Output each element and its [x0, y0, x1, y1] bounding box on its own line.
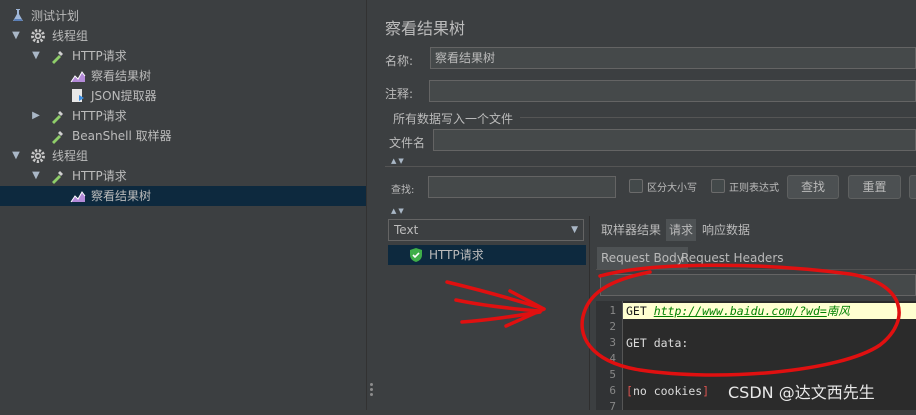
no-cookies-text: no cookies	[632, 384, 703, 398]
view-results-tree-panel: 察看结果树 名称: 注释: 所有数据写入一个文件 文件名 ▲▼ 查找: 区分大小…	[377, 0, 916, 413]
chevron-down-icon[interactable]: ▼	[10, 26, 22, 46]
line-number-gutter: 1 2 3 4 5 6 7	[596, 301, 623, 413]
flask-icon	[10, 8, 26, 24]
pipette-icon	[50, 168, 66, 184]
tree-node-label: HTTP请求	[72, 49, 127, 63]
renderer-selected-value: Text	[394, 223, 419, 237]
tree-node-label: BeanShell 取样器	[72, 129, 172, 143]
tree-node-json-extractor[interactable]: JSON提取器	[0, 86, 366, 106]
chevron-right-icon[interactable]: ▶	[30, 106, 42, 126]
tree-splitter[interactable]	[366, 0, 377, 410]
tree-node-view-results-1[interactable]: 察看结果树	[0, 66, 366, 86]
line-number: 4	[609, 352, 616, 365]
request-subtabs: Request Body Request Headers	[596, 245, 916, 270]
extractor-icon	[70, 88, 86, 104]
line-number: 6	[609, 384, 616, 397]
collapse-toggle-icon[interactable]: ▲▼	[391, 157, 406, 165]
tab-request-headers[interactable]: Request Headers	[677, 247, 788, 269]
tree-node-thread-group-1[interactable]: ▼ 线程组	[0, 26, 366, 46]
line-number: 7	[609, 400, 616, 413]
group-border	[520, 117, 916, 118]
chart-icon	[70, 188, 86, 204]
tab-request-body[interactable]: Request Body	[597, 247, 688, 269]
line-number: 2	[609, 320, 616, 333]
splitter-grip[interactable]	[370, 393, 373, 396]
code-line-1: GET http://www.baidu.com/?wd=南风	[626, 303, 850, 319]
tab-sampler-result[interactable]: 取样器结果	[598, 219, 664, 241]
case-sensitive-checkbox[interactable]	[629, 179, 643, 193]
body-search-bar[interactable]	[600, 274, 916, 296]
pipette-icon	[50, 48, 66, 64]
chevron-down-icon: ▼	[571, 225, 578, 235]
test-plan-tree: 测试计划 ▼ 线程组 ▼ HTTP请求 察看结果树 JSON提取器 ▶ HTTP…	[0, 0, 366, 410]
tree-node-http-request-1[interactable]: ▼ HTTP请求	[0, 46, 366, 66]
tree-node-thread-group-2[interactable]: ▼ 线程组	[0, 146, 366, 166]
reset-button[interactable]: 重置	[848, 175, 901, 199]
file-group-label: 所有数据写入一个文件	[393, 112, 514, 126]
chevron-down-icon[interactable]: ▼	[30, 46, 42, 66]
comment-label: 注释:	[385, 87, 414, 101]
bracket: ]	[702, 384, 710, 398]
watermark: CSDN @达文西先生	[728, 383, 875, 402]
search-label: 查找:	[391, 185, 415, 196]
tree-node-label: JSON提取器	[91, 89, 157, 103]
code-line-6: [no cookies]	[626, 383, 709, 399]
gear-icon	[30, 148, 46, 164]
pipette-icon	[50, 108, 66, 124]
line-number: 5	[609, 368, 616, 381]
results-list: HTTP请求	[388, 243, 586, 410]
tree-node-test-plan[interactable]: 测试计划	[0, 6, 366, 26]
pipette-icon	[50, 128, 66, 144]
tree-node-label: 线程组	[52, 29, 89, 43]
code-line-3: GET data:	[626, 336, 689, 350]
line-number: 1	[609, 304, 616, 317]
filename-label: 文件名	[389, 136, 426, 150]
name-field[interactable]	[430, 47, 916, 69]
search-input[interactable]	[428, 176, 616, 198]
success-shield-icon	[408, 247, 424, 263]
tab-response-data[interactable]: 响应数据	[699, 219, 753, 241]
regex-label: 正则表达式	[729, 183, 779, 194]
http-method: GET	[626, 304, 654, 318]
chart-icon	[70, 68, 86, 84]
divider	[385, 166, 916, 167]
tree-node-http-request-3[interactable]: ▼ HTTP请求	[0, 166, 366, 186]
bracket: [	[626, 384, 633, 398]
line-number: 3	[609, 336, 616, 349]
result-item[interactable]: HTTP请求	[388, 245, 586, 265]
splitter-grip[interactable]	[370, 388, 373, 391]
comment-field[interactable]	[429, 80, 916, 102]
gear-icon	[30, 28, 46, 44]
tree-node-label: 测试计划	[31, 9, 80, 23]
find-button[interactable]: 查找	[787, 175, 839, 199]
chevron-down-icon[interactable]: ▼	[30, 166, 42, 186]
tree-node-label: 察看结果树	[91, 69, 152, 83]
name-label: 名称:	[385, 54, 414, 68]
renderer-select[interactable]: Text ▼	[388, 219, 584, 241]
regex-checkbox[interactable]	[711, 179, 725, 193]
tree-node-beanshell-sampler[interactable]: BeanShell 取样器	[0, 126, 366, 146]
tree-node-view-results-2[interactable]: 察看结果树	[0, 186, 366, 206]
tree-node-label: 线程组	[52, 149, 89, 163]
collapse-toggle-icon[interactable]: ▲▼	[391, 207, 406, 215]
results-splitter[interactable]	[589, 216, 595, 410]
tree-node-label: 察看结果树	[91, 189, 152, 203]
request-url[interactable]: http://www.baidu.com/?wd=	[654, 304, 827, 318]
tab-request[interactable]: 请求	[666, 219, 697, 241]
result-item-label: HTTP请求	[429, 248, 484, 262]
case-sensitive-label: 区分大小写	[647, 183, 697, 194]
extra-button[interactable]	[909, 175, 916, 199]
query-value: 南风	[826, 304, 850, 318]
page-title: 察看结果树	[385, 19, 466, 38]
chevron-down-icon[interactable]: ▼	[10, 146, 22, 166]
tree-node-label: HTTP请求	[72, 169, 127, 183]
tree-node-http-request-2[interactable]: ▶ HTTP请求	[0, 106, 366, 126]
tree-node-label: HTTP请求	[72, 109, 127, 123]
filename-field[interactable]	[433, 129, 916, 151]
splitter-grip[interactable]	[370, 383, 373, 386]
